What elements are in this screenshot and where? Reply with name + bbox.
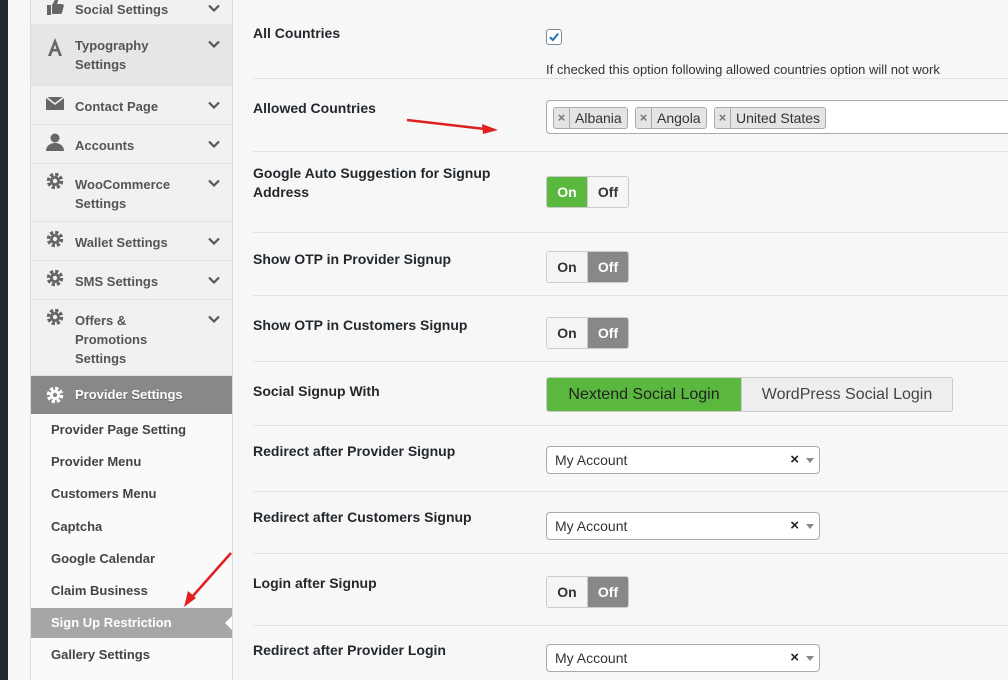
setting-label: Show OTP in Customers Signup [253,317,468,333]
social-signup-segmented-control: Nextend Social Login WordPress Social Lo… [546,377,953,412]
sidebar-subitem-claim-business[interactable]: Claim Business [31,576,232,606]
gear-icon [45,307,65,327]
all-countries-help-text: If checked this option following allowed… [546,62,940,77]
login-after-signup-toggle: On Off [546,576,629,608]
user-icon [45,132,65,152]
sidebar-item-label: SMS Settings [75,274,159,289]
remove-chip-icon[interactable]: × [715,108,731,128]
sidebar-item-label: Typography Settings [75,38,149,72]
sidebar-item-label: Contact Page [75,99,159,114]
select-value: My Account [555,518,628,534]
setting-label: Redirect after Customers Signup [253,509,472,525]
allowed-countries-multiselect[interactable]: × Albania × Angola × United States [546,100,1008,134]
setting-label: Social Signup With [253,383,380,399]
otp-provider-toggle: On Off [546,251,629,283]
toggle-off-option[interactable]: Off [587,577,628,607]
gear-icon [45,385,65,405]
sidebar-item-typography-settings[interactable]: Typography Settings [31,25,232,86]
setting-row-google-auto-suggestion: Google Auto Suggestion for Signup Addres… [253,152,1008,233]
thumbs-up-icon [45,0,65,16]
gear-icon [45,171,65,191]
sidebar-item-label: Social Settings [75,2,169,17]
setting-row-login-after-signup: Login after Signup [253,554,1008,626]
sidebar-item-contact-page[interactable]: Contact Page [31,86,232,125]
setting-label: Allowed Countries [253,100,376,116]
nextend-social-login-option[interactable]: Nextend Social Login [547,378,741,411]
sidebar-item-sms-settings[interactable]: SMS Settings [31,261,232,300]
sidebar-item-accounts[interactable]: Accounts [31,125,232,164]
sidebar-subitem-gallery-settings[interactable]: Gallery Settings [31,640,232,670]
chevron-down-icon [208,235,220,247]
sidebar-subitem-captcha[interactable]: Captcha [31,512,232,542]
redirect-customers-signup-select[interactable]: My Account × [546,512,820,540]
sidebar-item-social-settings[interactable]: Social Settings [31,0,232,25]
dropdown-arrow-icon [806,458,814,463]
admin-side-strip [0,0,8,680]
dropdown-arrow-icon [806,656,814,661]
chevron-down-icon [208,2,220,14]
redirect-provider-signup-select[interactable]: My Account × [546,446,820,474]
sidebar-item-woocommerce-settings[interactable]: WooCommerce Settings [31,164,232,222]
country-chip-albania: × Albania [553,107,628,129]
toggle-off-option[interactable]: Off [587,318,628,348]
country-chip-angola: × Angola [635,107,707,129]
setting-row-otp-customers: Show OTP in Customers Signup [253,296,1008,362]
sidebar-subitem-customers-menu[interactable]: Customers Menu [31,479,232,509]
setting-row-otp-provider: Show OTP in Provider Signup [253,233,1008,296]
sidebar-subitem-sign-up-restriction[interactable]: Sign Up Restriction [31,608,232,638]
sidebar-item-label: Offers & Promotions Settings [75,313,148,366]
setting-label: All Countries [253,25,341,41]
chevron-down-icon [208,177,220,189]
settings-panel: All Countries If checked this option fol… [233,0,1008,680]
sidebar-subitem-google-calendar[interactable]: Google Calendar [31,544,232,574]
checkmark-icon [549,32,559,42]
sidebar-item-offers-promotions-settings[interactable]: Offers & Promotions Settings [31,300,232,376]
redirect-provider-login-select[interactable]: My Account × [546,644,820,672]
chevron-down-icon [208,99,220,111]
setting-label: Login after Signup [253,575,377,591]
setting-label: Show OTP in Provider Signup [253,251,452,267]
remove-chip-icon[interactable]: × [554,108,570,128]
dropdown-arrow-icon [806,524,814,529]
gear-icon [45,268,65,288]
sidebar-item-label: WooCommerce Settings [75,177,171,211]
wordpress-social-login-option[interactable]: WordPress Social Login [741,378,952,411]
toggle-off-option[interactable]: Off [587,252,628,282]
chevron-down-icon [208,313,220,325]
chevron-down-icon [208,274,220,286]
sidebar-subitem-provider-menu[interactable]: Provider Menu [31,447,232,477]
remove-chip-icon[interactable]: × [636,108,652,128]
clear-selection-icon[interactable]: × [790,517,799,535]
country-chip-united-states: × United States [714,107,827,129]
chevron-down-icon [208,38,220,50]
toggle-on-option[interactable]: On [547,252,587,282]
toggle-on-option[interactable]: On [547,177,587,207]
chevron-down-icon [208,138,220,150]
sidebar-item-label: Provider Settings [75,387,183,402]
toggle-on-option[interactable]: On [547,318,587,348]
sidebar-item-provider-settings[interactable]: Provider Settings [31,376,232,414]
toggle-on-option[interactable]: On [547,577,587,607]
sidebar-item-wallet-settings[interactable]: Wallet Settings [31,222,232,261]
all-countries-checkbox[interactable] [546,29,562,45]
sidebar-subitem-provider-page-setting[interactable]: Provider Page Setting [31,415,232,445]
gear-icon [45,229,65,249]
sidebar-item-label: Wallet Settings [75,235,168,250]
toggle-off-option[interactable]: Off [587,177,628,207]
clear-selection-icon[interactable]: × [790,649,799,667]
font-a-icon [45,37,65,57]
sidebar-item-label: Accounts [75,138,135,153]
select-value: My Account [555,650,628,666]
envelope-icon [45,93,65,113]
settings-sidebar: Social Settings Typography Settings Cont… [30,0,233,680]
setting-label: Redirect after Provider Login [253,642,446,658]
setting-label: Google Auto Suggestion for Signup Addres… [253,165,491,200]
otp-customers-toggle: On Off [546,317,629,349]
clear-selection-icon[interactable]: × [790,451,799,469]
google-auto-suggestion-toggle: On Off [546,176,629,208]
setting-label: Redirect after Provider Signup [253,443,456,459]
select-value: My Account [555,452,628,468]
